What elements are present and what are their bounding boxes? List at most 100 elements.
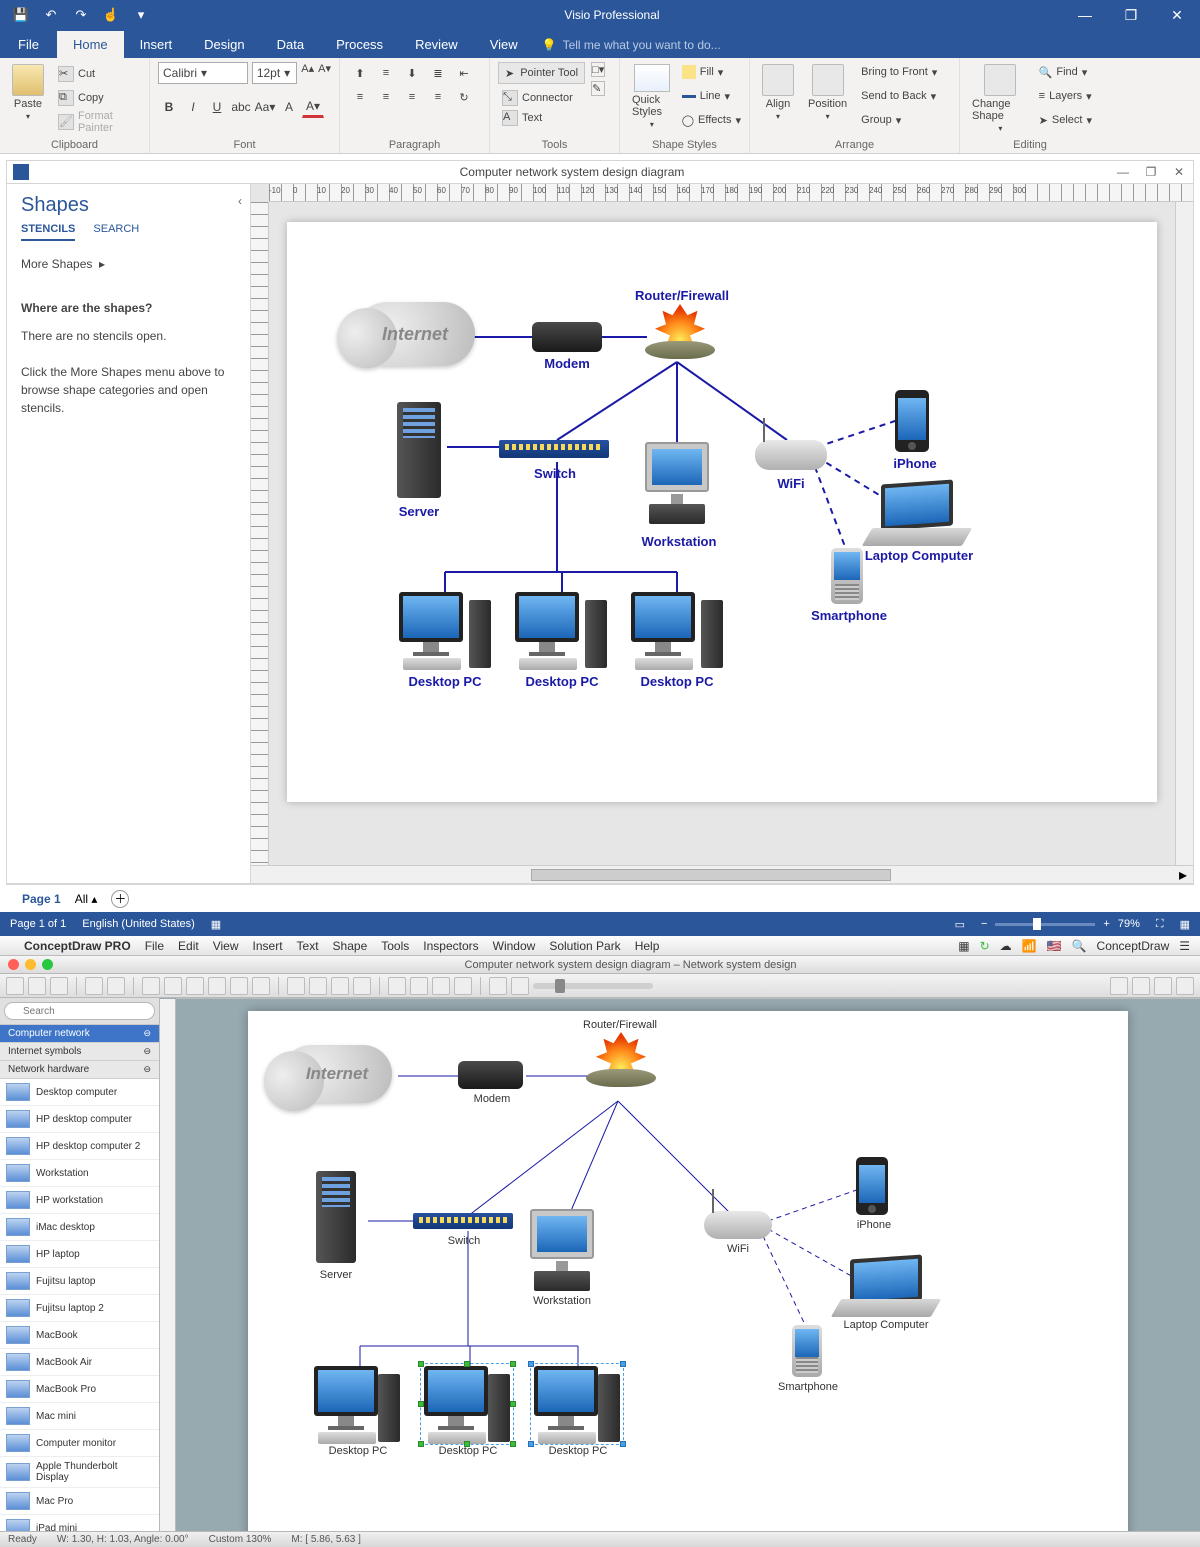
cd-category-item[interactable]: Network hardware⊖ — [0, 1061, 159, 1079]
zoom-control[interactable]: − + 79% — [981, 918, 1140, 930]
cd-tool-conn2[interactable] — [309, 977, 327, 995]
cd-library-shape[interactable]: Desktop computer — [0, 1079, 159, 1106]
macro-icon[interactable]: ▦ — [211, 918, 221, 931]
node-internet[interactable]: Internet — [355, 302, 475, 366]
tab-process[interactable]: Process — [320, 31, 399, 58]
send-back-button[interactable]: Send to Back▾ — [857, 86, 937, 106]
node-workstation[interactable] — [637, 442, 717, 532]
font-size-combo[interactable]: 12pt▾ — [252, 62, 297, 84]
cd-tool-conn4[interactable] — [353, 977, 371, 995]
font-name-combo[interactable]: Calibri▾ — [158, 62, 248, 84]
node-server[interactable] — [397, 402, 441, 498]
cd-tool-ellipse[interactable] — [186, 977, 204, 995]
align-center-button[interactable]: ≡ — [374, 86, 398, 108]
cd-node-smartphone[interactable] — [792, 1325, 822, 1377]
cd-node-wifi[interactable] — [704, 1211, 772, 1239]
format-painter-button[interactable]: 🖌Format Painter — [54, 112, 141, 132]
node-smartphone[interactable] — [831, 548, 863, 604]
cd-node-internet[interactable]: Internet — [282, 1045, 392, 1103]
cd-node-workstation[interactable] — [522, 1209, 596, 1293]
app-menu[interactable]: ConceptDraw PRO — [24, 939, 131, 953]
quick-styles-button[interactable]: Quick Styles▾ — [628, 62, 676, 131]
cd-library-shape[interactable]: Mac mini — [0, 1403, 159, 1430]
cd-library-shape[interactable]: iPad mini — [0, 1515, 159, 1531]
cd-tool-zoomin[interactable] — [511, 977, 529, 995]
cd-tool-redo[interactable] — [107, 977, 125, 995]
menubar-grid-icon[interactable]: ▦ — [958, 939, 969, 953]
cd-ruler-vertical[interactable] — [160, 999, 176, 1531]
group-button[interactable]: Group▾ — [857, 110, 937, 130]
cd-library-shape[interactable]: Mac Pro — [0, 1488, 159, 1515]
cd-zoom-slider[interactable] — [533, 983, 653, 989]
cd-tool-curve[interactable] — [230, 977, 248, 995]
cd-tool-ext1[interactable] — [1110, 977, 1128, 995]
node-desktop-3[interactable] — [631, 592, 723, 672]
cd-node-server[interactable] — [316, 1171, 356, 1263]
tab-insert[interactable]: Insert — [124, 31, 189, 58]
cd-tool-conn3[interactable] — [331, 977, 349, 995]
cd-status-zoom[interactable]: Custom 130% — [209, 1534, 272, 1545]
menubar-flag-icon[interactable]: 🇺🇸 — [1047, 939, 1062, 953]
cd-node-laptop[interactable] — [836, 1257, 930, 1317]
qat-more-icon[interactable]: ▾ — [130, 4, 152, 26]
connector-button[interactable]: ⤡Connector — [498, 88, 585, 108]
cd-page-canvas[interactable]: Internet Modem Router/Firewall Switch Se… — [248, 1011, 1128, 1531]
cd-library-shape[interactable]: HP desktop computer — [0, 1106, 159, 1133]
cd-tool-align1[interactable] — [388, 977, 406, 995]
copy-button[interactable]: ⧉Copy — [54, 88, 141, 108]
select-button[interactable]: ➤Select▾ — [1039, 110, 1092, 130]
highlight-button[interactable]: A — [278, 96, 300, 118]
cd-tool-new[interactable] — [6, 977, 24, 995]
tab-file[interactable]: File — [0, 31, 57, 58]
more-shapes-button[interactable]: More Shapes ▸ — [7, 249, 250, 279]
cd-tool-open[interactable] — [28, 977, 46, 995]
presentation-mode-button[interactable]: ▭ — [955, 918, 965, 931]
cd-library-shape[interactable]: Computer monitor — [0, 1430, 159, 1457]
cd-tool-align4[interactable] — [454, 977, 472, 995]
menubar-wifi-icon[interactable]: 📶 — [1022, 939, 1037, 953]
scrollbar-vertical[interactable] — [1175, 202, 1193, 865]
close-button[interactable]: ✕ — [1154, 0, 1200, 30]
tab-home[interactable]: Home — [57, 31, 124, 58]
node-switch[interactable] — [499, 440, 609, 458]
traffic-min[interactable] — [25, 959, 36, 970]
text-tool-button[interactable]: AText — [498, 108, 585, 128]
cd-tool-ext4[interactable] — [1176, 977, 1194, 995]
bring-front-button[interactable]: Bring to Front▾ — [857, 62, 937, 82]
stencils-tab[interactable]: STENCILS — [21, 223, 75, 241]
shrink-font-button[interactable]: A▾ — [318, 62, 331, 84]
page-canvas[interactable]: Internet Modem Router/Firewall Switch Se… — [287, 222, 1157, 802]
menu-text[interactable]: Text — [297, 939, 319, 953]
tab-view[interactable]: View — [474, 31, 534, 58]
node-iphone[interactable] — [895, 390, 929, 452]
grow-font-button[interactable]: A▴ — [301, 62, 314, 84]
menubar-cloud-icon[interactable]: ☁ — [1000, 939, 1012, 953]
cd-tool-text[interactable] — [252, 977, 270, 995]
cd-library-shape[interactable]: Workstation — [0, 1160, 159, 1187]
cd-canvas-scroll[interactable]: Internet Modem Router/Firewall Switch Se… — [176, 999, 1200, 1531]
fit-page-button[interactable]: ⛶ — [1156, 918, 1164, 931]
cd-tool-rect[interactable] — [164, 977, 182, 995]
node-laptop[interactable] — [867, 482, 967, 546]
traffic-close[interactable] — [8, 959, 19, 970]
cd-tool-align3[interactable] — [432, 977, 450, 995]
cd-library-shape[interactable]: HP desktop computer 2 — [0, 1133, 159, 1160]
all-pages-button[interactable]: All ▴ — [75, 892, 98, 906]
node-desktop-2[interactable] — [515, 592, 607, 672]
cd-node-switch[interactable] — [413, 1213, 513, 1229]
cd-node-desktop-1[interactable] — [314, 1366, 400, 1442]
underline-button[interactable]: U — [206, 96, 228, 118]
menu-insert[interactable]: Insert — [253, 939, 283, 953]
tab-design[interactable]: Design — [188, 31, 260, 58]
collapse-panel-button[interactable]: ‹ — [238, 194, 242, 208]
case-button[interactable]: Aa▾ — [254, 96, 276, 118]
ruler-horizontal[interactable]: -100102030405060708090100110120130140150… — [269, 184, 1193, 202]
menubar-sync-icon[interactable]: ↻ — [980, 939, 990, 953]
cd-library-shape[interactable]: Fujitsu laptop — [0, 1268, 159, 1295]
rotate-text-button[interactable]: ↻ — [452, 86, 476, 108]
cd-category-item[interactable]: Computer network⊖ — [0, 1025, 159, 1043]
search-tab[interactable]: SEARCH — [93, 223, 139, 241]
cd-node-router[interactable] — [586, 1035, 652, 1087]
cd-library-shape[interactable]: HP laptop — [0, 1241, 159, 1268]
cd-tool-ext3[interactable] — [1154, 977, 1172, 995]
